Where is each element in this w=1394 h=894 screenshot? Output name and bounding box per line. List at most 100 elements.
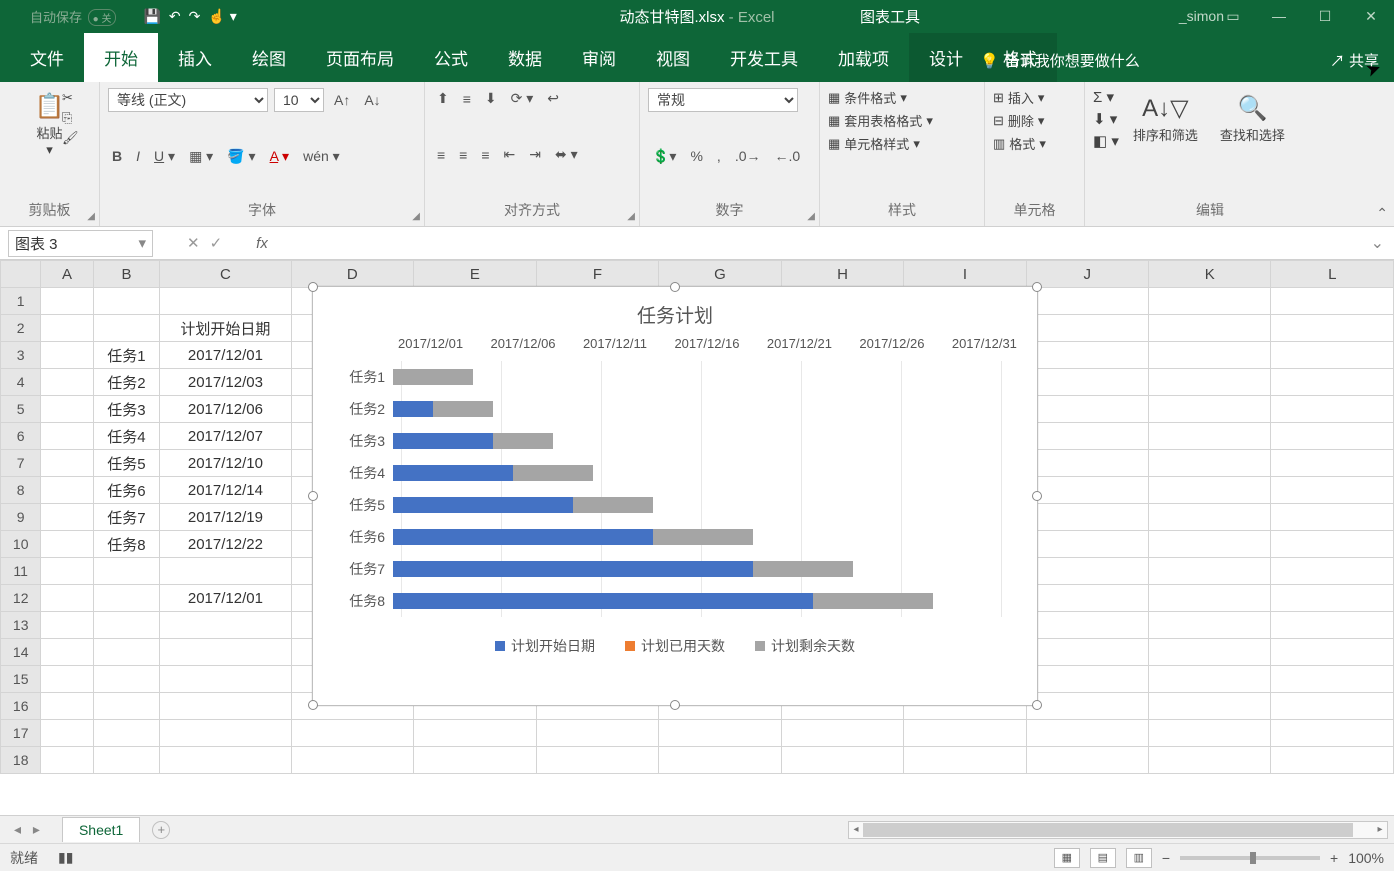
cell[interactable] [41,612,93,639]
launcher-icon[interactable]: ◢ [412,211,420,222]
cell[interactable] [1271,747,1394,774]
inc-decimal-icon[interactable]: .0→ [731,146,765,166]
paste-button[interactable]: 📋粘贴 ▾ [8,88,91,162]
comma-icon[interactable]: , [713,146,725,166]
save-icon[interactable]: 💾 [143,8,160,25]
new-sheet-icon[interactable]: + [152,821,170,839]
bar-segment[interactable] [753,561,853,577]
cell[interactable] [41,504,93,531]
cell[interactable] [93,720,160,747]
currency-icon[interactable]: 💲▾ [648,146,680,167]
cell[interactable]: 任务7 [93,504,160,531]
select-all-corner[interactable] [1,261,41,288]
cell[interactable] [41,558,93,585]
column-header[interactable]: J [1026,261,1148,288]
cell[interactable] [1026,342,1148,369]
autosum-icon[interactable]: Σ ▾ [1093,88,1119,106]
resize-handle[interactable] [308,700,318,710]
launcher-icon[interactable]: ◢ [807,211,815,222]
row-header[interactable]: 15 [1,666,41,693]
tab-layout[interactable]: 页面布局 [306,33,414,82]
cell[interactable] [41,477,93,504]
cell[interactable] [904,747,1026,774]
cell[interactable] [1271,396,1394,423]
cell[interactable] [160,747,291,774]
row-header[interactable]: 14 [1,639,41,666]
resize-handle[interactable] [308,491,318,501]
increase-font-icon[interactable]: A↑ [330,90,354,110]
bar-segment[interactable] [813,593,933,609]
resize-handle[interactable] [1032,491,1042,501]
percent-icon[interactable]: % [686,146,706,166]
resize-handle[interactable] [1032,282,1042,292]
cell[interactable] [1148,666,1271,693]
chart-legend[interactable]: 计划开始日期计划已用天数计划剩余天数 [313,626,1037,656]
cell[interactable] [160,612,291,639]
cell[interactable] [781,720,904,747]
orientation-icon[interactable]: ⟳ ▾ [507,88,538,109]
cell[interactable] [1271,423,1394,450]
cell[interactable] [1271,477,1394,504]
cell[interactable] [41,450,93,477]
row-header[interactable]: 17 [1,720,41,747]
tab-dev[interactable]: 开发工具 [710,33,818,82]
font-size-select[interactable]: 10 [274,88,324,112]
row-header[interactable]: 13 [1,612,41,639]
cell[interactable] [1026,585,1148,612]
cell[interactable] [41,369,93,396]
phonetic-button[interactable]: wén ▾ [299,146,344,167]
cell[interactable] [1148,531,1271,558]
delete-cells-button[interactable]: ⊟ 删除 ▾ [993,111,1076,130]
formula-input[interactable] [268,234,1361,253]
tab-home[interactable]: 开始 [84,33,158,82]
cell[interactable] [41,288,93,315]
fill-icon[interactable]: ⬇ ▾ [1093,110,1119,128]
column-header[interactable]: K [1148,261,1271,288]
cell[interactable] [41,720,93,747]
enter-formula-icon[interactable]: ✓ [210,234,223,252]
cell[interactable] [41,531,93,558]
tab-file[interactable]: 文件 [10,33,84,82]
cell[interactable] [93,666,160,693]
cell[interactable]: 2017/12/03 [160,369,291,396]
resize-handle[interactable] [308,282,318,292]
bar-segment[interactable] [393,401,433,417]
cell[interactable] [536,720,658,747]
collapse-ribbon-icon[interactable]: ⌃ [1376,205,1388,222]
cell[interactable]: 任务2 [93,369,160,396]
font-color-button[interactable]: A ▾ [266,146,294,167]
cell[interactable] [1271,531,1394,558]
tab-view[interactable]: 视图 [636,33,710,82]
cell[interactable] [1148,477,1271,504]
tab-insert[interactable]: 插入 [158,33,232,82]
cell[interactable] [1026,450,1148,477]
close-icon[interactable]: ✕ [1348,0,1394,32]
bar-segment[interactable] [393,497,573,513]
cell[interactable] [1271,342,1394,369]
cell[interactable] [160,720,291,747]
cell[interactable] [1148,747,1271,774]
zoom-in-icon[interactable]: + [1330,850,1338,866]
maximize-icon[interactable]: ☐ [1302,0,1348,32]
cell[interactable]: 任务8 [93,531,160,558]
cell[interactable] [1026,558,1148,585]
cell[interactable] [93,747,160,774]
cell[interactable] [41,315,93,342]
cell[interactable] [1026,639,1148,666]
column-header[interactable]: B [93,261,160,288]
touch-mode-icon[interactable]: ☝ ▾ [208,8,236,25]
resize-handle[interactable] [670,282,680,292]
cell[interactable] [1026,747,1148,774]
ribbon-options-icon[interactable]: ▭ [1210,0,1256,32]
sort-filter-button[interactable]: A↓▽排序和筛选 [1125,90,1206,148]
resize-handle[interactable] [670,700,680,710]
row-header[interactable]: 7 [1,450,41,477]
cell[interactable] [1026,720,1148,747]
tab-design[interactable]: 设计 [909,33,983,82]
column-header[interactable]: L [1271,261,1394,288]
cell[interactable] [1026,531,1148,558]
sheet-tab-active[interactable]: Sheet1 [62,817,140,842]
cell[interactable] [160,693,291,720]
cell[interactable] [1148,639,1271,666]
row-header[interactable]: 3 [1,342,41,369]
